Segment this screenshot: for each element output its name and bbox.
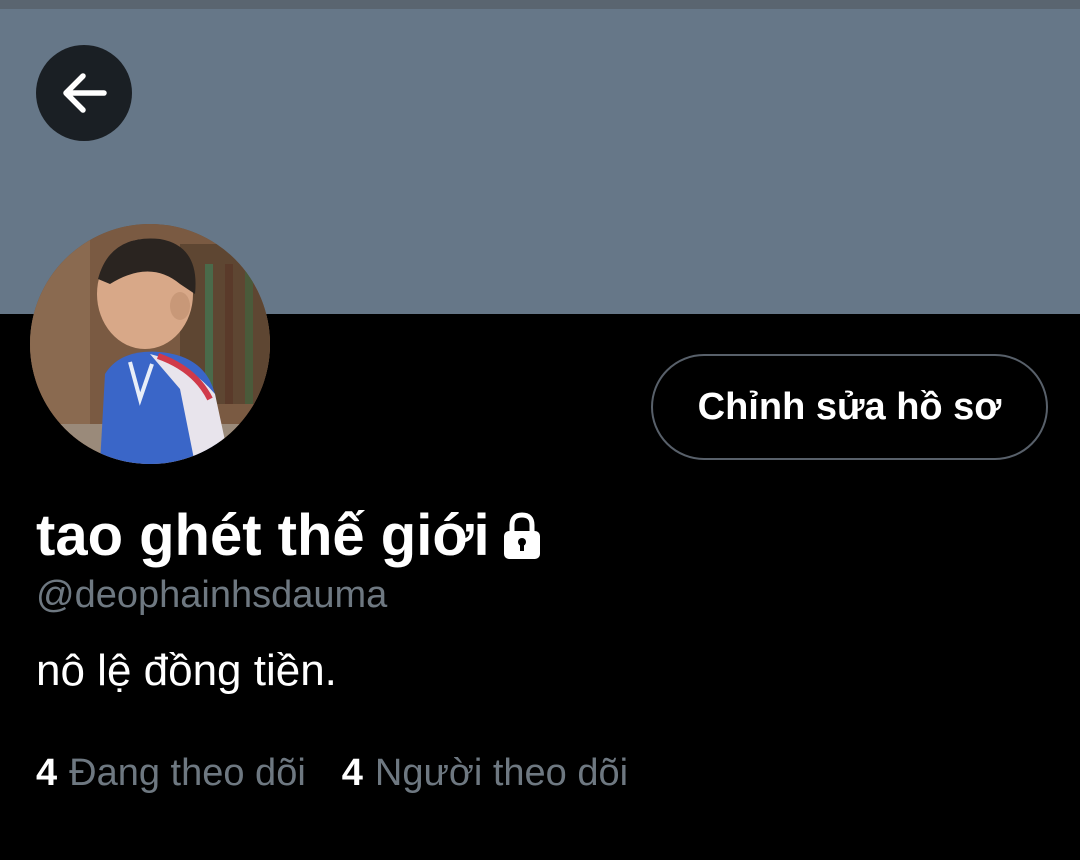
profile-screen: Chỉnh sửa hồ sơ tao ghét thế giới @deoph… <box>0 0 1080 860</box>
avatar[interactable] <box>30 224 270 464</box>
status-bar <box>0 0 1080 9</box>
followers-count: 4 <box>341 752 363 794</box>
lock-icon <box>498 509 546 561</box>
following-label: Đang theo dõi <box>69 752 306 794</box>
avatar-photo <box>30 224 270 464</box>
back-button[interactable] <box>36 45 132 141</box>
display-name: tao ghét thế giới <box>36 502 490 568</box>
arrow-left-icon <box>63 73 107 113</box>
bio: nô lệ đồng tiền. <box>36 646 337 695</box>
display-name-row: tao ghét thế giới <box>36 498 546 572</box>
following-link[interactable]: 4 Đang theo dõi <box>36 752 306 795</box>
follow-stats: 4 Đang theo dõi 4 Người theo dõi <box>36 752 628 795</box>
following-count: 4 <box>36 752 58 794</box>
username: @deophainhsdauma <box>36 574 388 616</box>
edit-profile-button[interactable]: Chỉnh sửa hồ sơ <box>651 354 1048 460</box>
followers-link[interactable]: 4 Người theo dõi <box>342 752 628 795</box>
followers-label: Người theo dõi <box>374 752 629 794</box>
edit-profile-label: Chỉnh sửa hồ sơ <box>697 385 1002 428</box>
